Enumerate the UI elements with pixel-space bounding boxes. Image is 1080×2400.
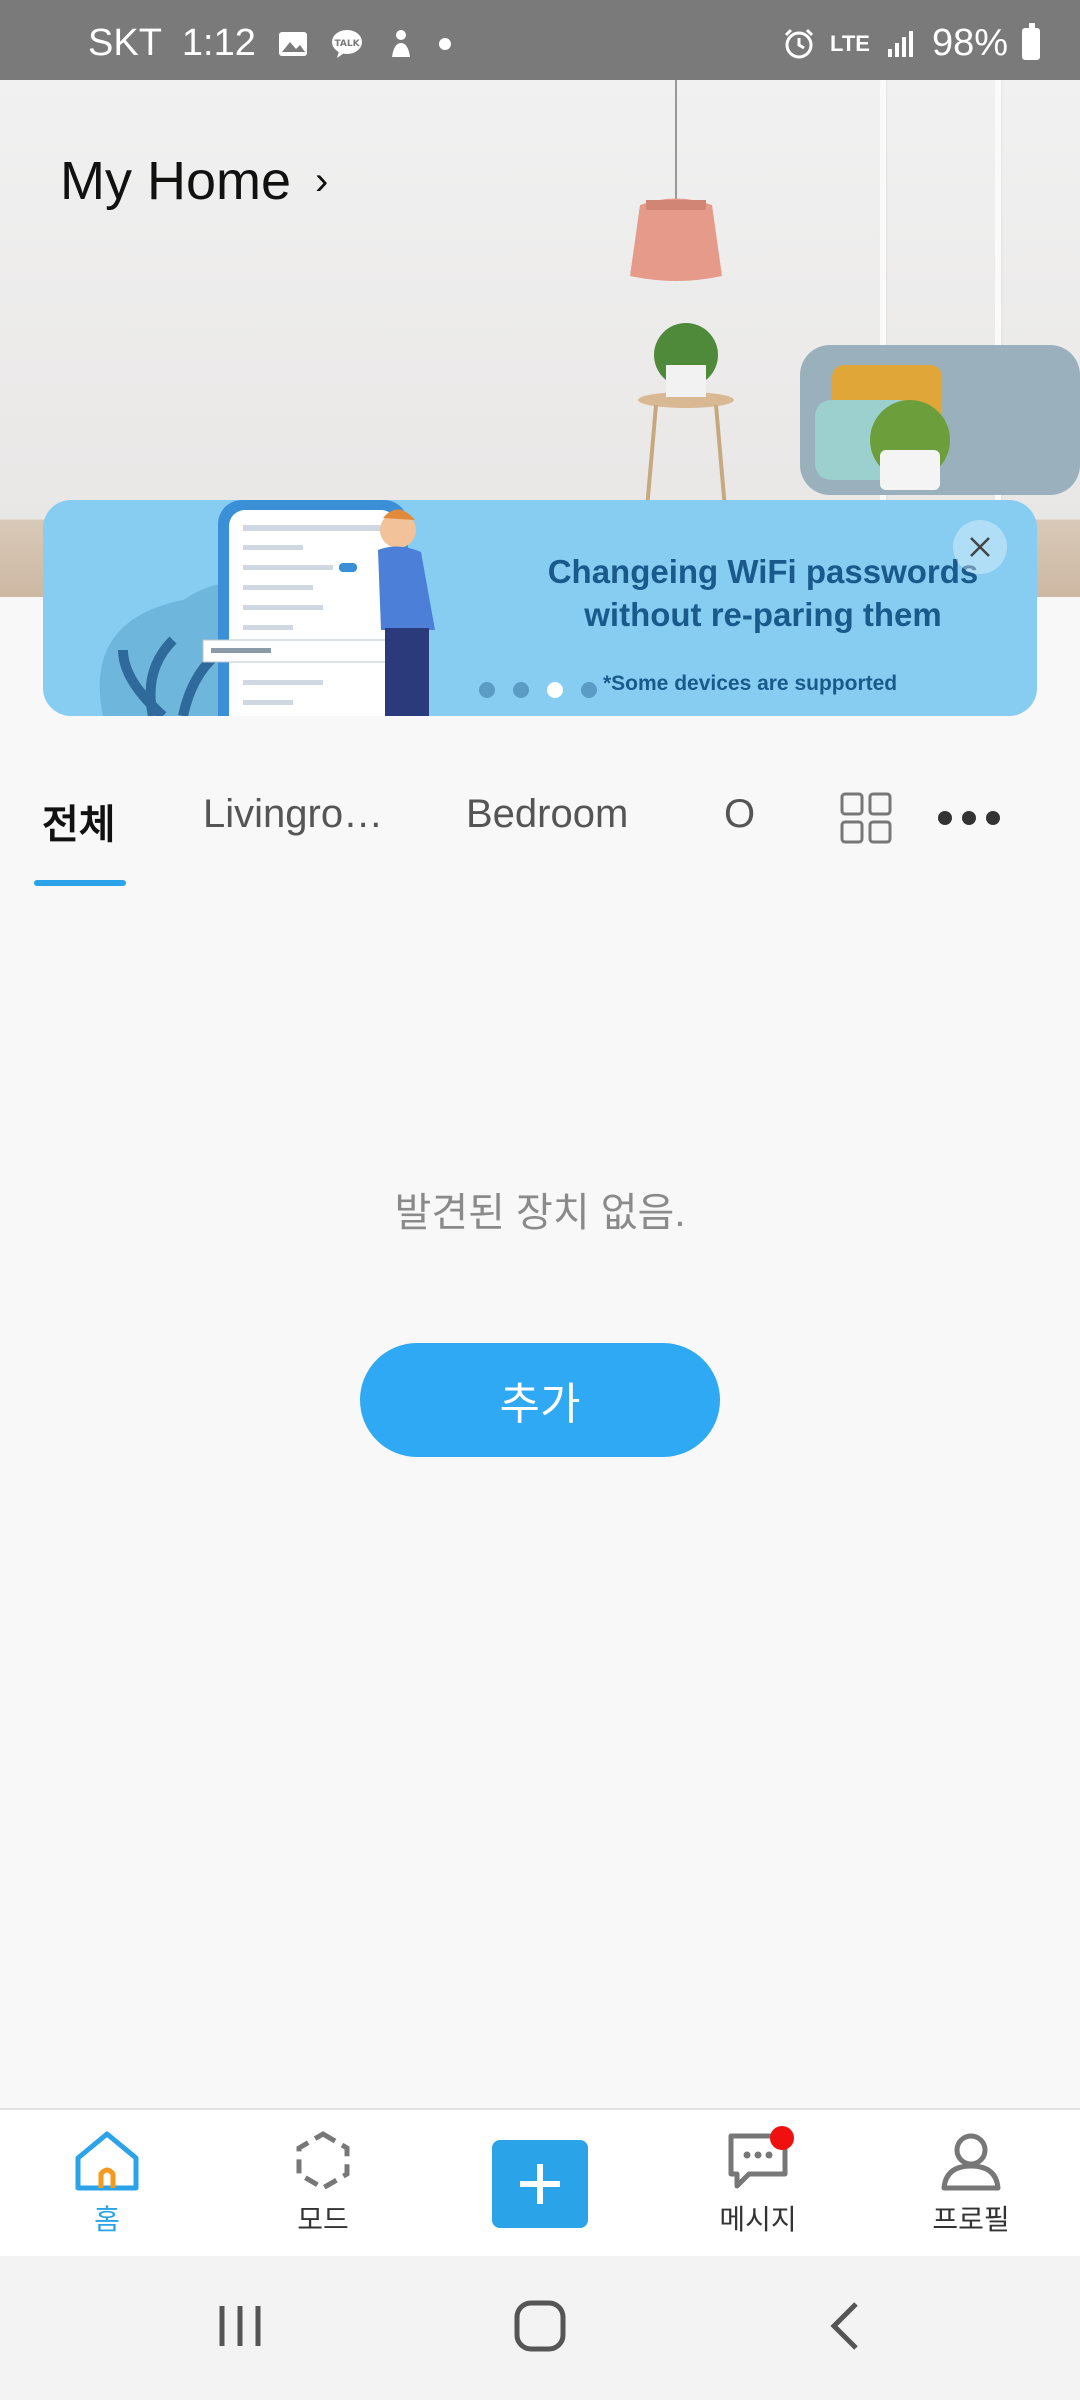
app-icon [391,29,410,57]
tab-livingroom[interactable]: Livingro… [203,792,383,837]
room-tabs: 전체 Livingro… Bedroom O [0,760,1080,890]
tab-bedroom[interactable]: Bedroom [466,792,628,837]
add-button[interactable] [492,2140,588,2228]
home-button-icon[interactable] [512,2298,568,2354]
banner-close-button[interactable] [953,520,1007,574]
battery-icon [1022,22,1040,60]
home-title: My Home [60,151,292,211]
pagination-dot[interactable] [581,682,597,698]
tab-all[interactable]: 전체 [42,792,116,850]
recent-apps-icon[interactable] [212,2298,268,2354]
banner-title: Changeing WiFi passwords without re-pari… [547,553,979,633]
nav-profile[interactable]: 프로필 [891,2128,1051,2238]
nav-home[interactable]: 홈 [27,2128,187,2238]
system-navigation-bar [0,2256,1080,2400]
alarm-icon [784,28,814,58]
promo-banner[interactable]: Changeing WiFi passwords without re-pari… [43,500,1037,716]
mode-icon [296,2131,350,2191]
chevron-right-icon: › [315,158,329,203]
profile-icon [941,2133,1001,2191]
back-icon[interactable] [818,2298,874,2354]
home-icon [75,2131,139,2191]
dot-icon [438,37,451,50]
nav-mode[interactable]: 모드 [243,2128,403,2238]
banner-subtitle: *Some devices are supported [603,672,898,695]
more-icon[interactable] [936,808,1002,828]
clock: 1:12 [181,22,256,64]
nav-home-label: 홈 [94,2203,120,2236]
pagination-dot-active[interactable] [547,682,563,698]
svg-text:TALK: TALK [334,39,360,49]
grid-view-icon[interactable] [838,790,894,846]
kakaotalk-icon: TALK [331,29,362,58]
carrier-label: SKT [88,22,162,64]
gallery-icon [278,31,307,56]
lte-label: LTE [830,30,870,56]
nav-mode-label: 모드 [297,2203,349,2236]
status-bar: SKT 1:12 TALK LTE 98% [0,0,1080,80]
banner-pagination [479,682,597,698]
nav-profile-label: 프로필 [932,2203,1010,2236]
tab-other[interactable]: O [724,792,755,837]
pagination-dot[interactable] [479,682,495,698]
signal-icon [887,30,913,57]
battery-percent: 98% [931,22,1008,64]
close-icon [970,537,990,557]
add-device-button[interactable]: 추가 [360,1343,720,1457]
empty-message: 발견된 장치 없음. [394,1191,686,1235]
home-selector[interactable]: My Home › [60,150,328,212]
nav-message-label: 메시지 [719,2203,797,2236]
bottom-navigation: 홈 모드 메시지 프로필 [0,2108,1080,2256]
pagination-dot[interactable] [513,682,529,698]
nav-message[interactable]: 메시지 [678,2126,838,2238]
notification-badge [770,2126,794,2150]
plus-icon [520,2164,560,2204]
tab-active-indicator [34,880,126,886]
